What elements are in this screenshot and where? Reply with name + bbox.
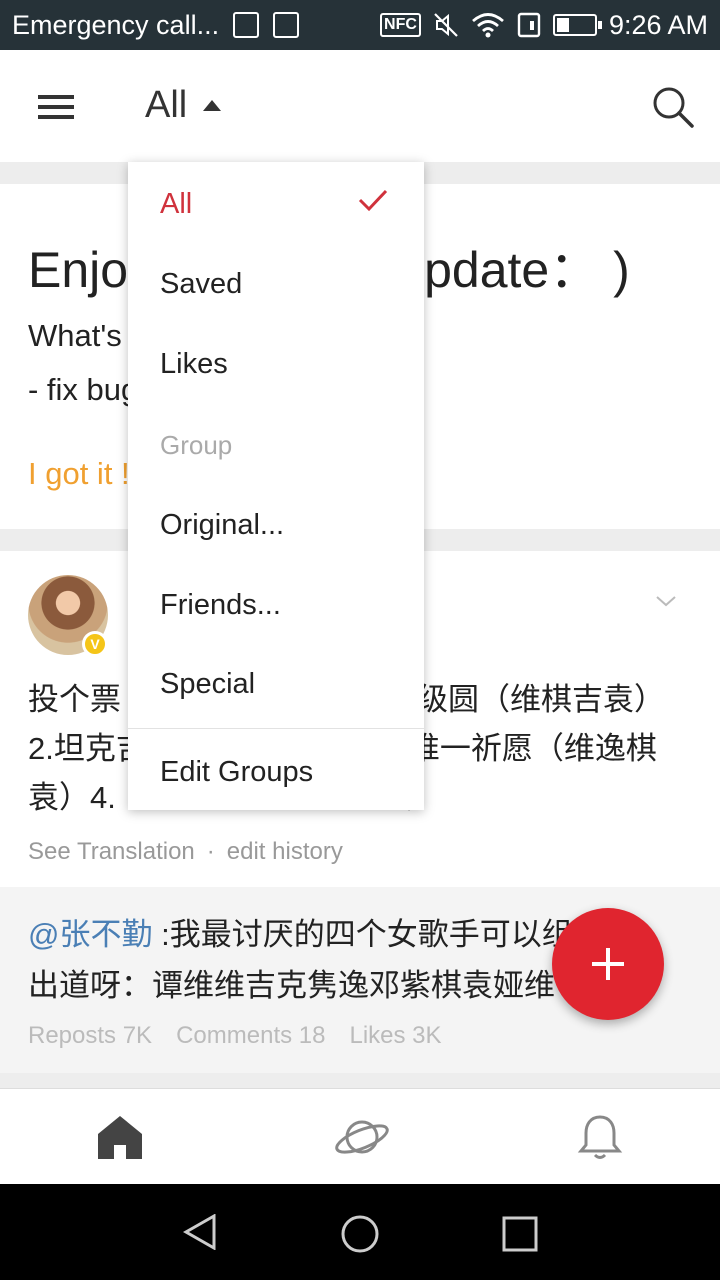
see-translation-link[interactable]: See Translation	[28, 838, 195, 865]
post-meta: See Translation · edit history	[28, 838, 343, 866]
update-line-2: - fix bug	[28, 372, 139, 407]
post-text-line3-left: 袁）4.	[28, 780, 116, 815]
page-title: All	[145, 84, 188, 126]
got-it-button[interactable]: I got it !	[28, 456, 130, 492]
home-icon[interactable]	[96, 1113, 144, 1161]
compose-button[interactable]	[552, 908, 664, 1020]
menu-item-saved[interactable]: Saved	[160, 268, 242, 301]
post-text-line2-right: 推一祈愿（维逸棋	[408, 731, 657, 766]
update-line-1: What's	[28, 318, 122, 353]
menu-item-likes[interactable]: Likes	[160, 348, 228, 381]
caret-up-icon	[203, 100, 222, 111]
home-circle-icon[interactable]	[340, 1214, 380, 1254]
checkmark-icon	[358, 189, 388, 212]
download-notification-icon	[273, 12, 300, 38]
discover-planet-icon[interactable]	[334, 1113, 390, 1161]
plus-icon	[592, 948, 624, 980]
post-text-line1-left: 投个票	[28, 682, 121, 717]
post-text-line1-right: 级圆（维棋吉袁）	[417, 682, 665, 717]
menu-item-edit-groups[interactable]: Edit Groups	[160, 756, 313, 789]
group-selector[interactable]: All	[145, 84, 222, 127]
update-heading-left: Enjo	[28, 242, 129, 298]
top-app-bar: All	[0, 50, 720, 162]
sim-icon	[517, 12, 541, 38]
recents-icon[interactable]	[502, 1216, 538, 1252]
status-bar: Emergency call... NFC 9:26 AM	[0, 0, 720, 50]
meta-separator: ·	[206, 838, 215, 865]
image-notification-icon	[233, 12, 260, 38]
repost-stats: Reposts 7K Comments 18 Likes 3K	[28, 1022, 442, 1050]
clock-text: 9:26 AM	[608, 9, 708, 40]
menu-item-friends[interactable]: Friends...	[160, 589, 281, 622]
mute-icon	[434, 13, 458, 37]
menu-group-header: Group	[160, 430, 233, 460]
nfc-icon: NFC	[380, 13, 421, 37]
reposts-count[interactable]: Reposts 7K	[28, 1022, 152, 1050]
comments-count[interactable]: Comments 18	[176, 1022, 325, 1050]
chevron-down-icon[interactable]	[656, 591, 676, 611]
system-navigation-bar	[0, 1184, 720, 1280]
search-icon[interactable]	[652, 86, 694, 128]
edit-history-link[interactable]: edit history	[227, 838, 343, 865]
repost-text-line1: :我最讨厌的四个女歌手可以组	[152, 917, 573, 952]
wifi-icon	[472, 13, 504, 38]
menu-item-original[interactable]: Original...	[160, 509, 284, 542]
group-dropdown-menu: All Saved Likes Group Original... Friend…	[128, 162, 424, 810]
menu-icon[interactable]	[38, 95, 74, 119]
menu-item-all[interactable]: All	[160, 188, 192, 221]
notification-bell-icon[interactable]	[576, 1113, 624, 1161]
update-heading-right: pdate： )	[424, 242, 630, 298]
verified-badge-icon: V	[82, 631, 108, 657]
carrier-text: Emergency call...	[12, 9, 220, 40]
likes-count[interactable]: Likes 3K	[349, 1022, 441, 1050]
menu-item-special[interactable]: Special	[160, 668, 255, 701]
back-icon[interactable]	[182, 1214, 218, 1250]
menu-divider	[128, 728, 424, 729]
bottom-navigation	[0, 1088, 720, 1184]
mention-link[interactable]: @张不勤	[28, 917, 152, 952]
battery-icon	[552, 14, 602, 36]
